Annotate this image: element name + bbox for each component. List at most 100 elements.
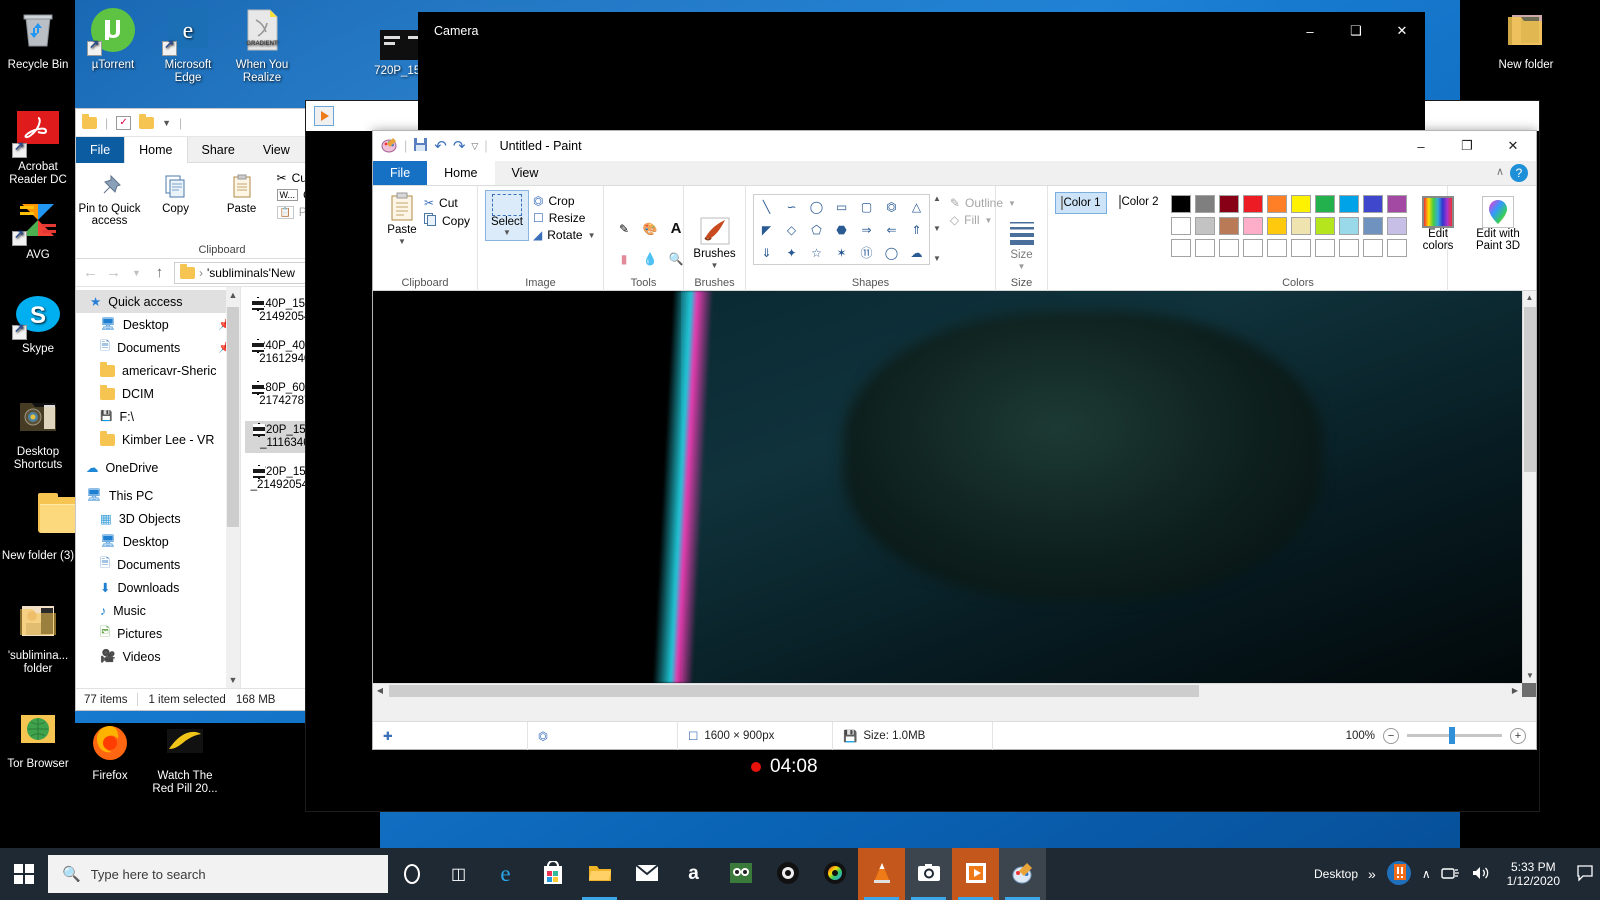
paste-button[interactable]: Paste [211,169,273,215]
nav-item-americavr-sheric[interactable]: americavr-Sheric [76,359,240,382]
desktop-icon-recycle-bin[interactable]: Recycle Bin [0,6,76,72]
palette-swatch[interactable] [1195,195,1215,213]
shape-oval-icon[interactable]: ◯ [804,195,829,218]
scroll-up-icon[interactable]: ▲ [1523,291,1536,305]
system-tray[interactable]: Desktop » ∧ 5:33 PM 1/12/2020 [1314,860,1600,889]
nav-item-downloads[interactable]: ⬇ Downloads [76,576,240,599]
paint-copy-button[interactable]: Copy [423,213,470,229]
palette-swatch[interactable] [1315,195,1335,213]
palette-swatch[interactable] [1219,217,1239,235]
desktop-icon-tor-browser[interactable]: Tor Browser [0,705,76,771]
palette-swatch[interactable] [1195,217,1215,235]
scroll-left-icon[interactable]: ◀ [373,684,387,697]
paint-vertical-scrollbar[interactable]: ▲ ▼ [1522,291,1536,683]
paint-group-image[interactable]: Select ▼ ⏣ Crop ☐ Resize ◢ Rotate ▼ Imag… [478,186,604,291]
taskbar-item-paint[interactable] [999,848,1046,900]
camera-title-bar[interactable]: Camera – ❑ ✕ [418,12,1425,50]
color-picker-icon[interactable]: 💧 [637,244,663,274]
nav-item-drive-f[interactable]: 💾 F:\ [76,405,240,428]
desktop-icon-microsoft-edge[interactable]: e Microsoft Edge [150,6,226,85]
taskbar-item-camera[interactable] [905,848,952,900]
taskbar-item-camera-settings[interactable] [811,848,858,900]
paint-group-tools[interactable]: ✎ 🎨 A ▮ 💧 🔍 Tools [604,186,684,291]
palette-swatch[interactable] [1387,195,1407,213]
nav-item-kimber-lee-vr[interactable]: Kimber Lee - VR [76,428,240,451]
palette-swatch[interactable] [1219,239,1239,257]
shapes-scroll-down-icon[interactable]: ▼ [933,224,941,233]
palette-swatch[interactable] [1243,217,1263,235]
start-button[interactable] [0,848,48,900]
nav-item-documents-2[interactable]: 🗎 Documents [76,553,240,576]
shape-oval-callout-icon[interactable]: ◯ [879,241,904,264]
camera-window[interactable]: Camera – ❑ ✕ [418,12,1425,130]
palette-swatch[interactable] [1363,195,1383,213]
paint-select-button[interactable]: Select ▼ [485,190,529,241]
explorer-tab-share[interactable]: Share [188,137,249,163]
scroll-thumb[interactable] [389,685,1199,697]
taskbar-item-store[interactable] [529,848,576,900]
paste-dropdown-icon[interactable]: ▼ [398,236,406,248]
palette-swatch[interactable] [1339,217,1359,235]
nav-item-documents[interactable]: 🗎 Documents 📌 [76,336,240,359]
shape-curve-icon[interactable]: ∽ [779,195,804,218]
paint-close-button[interactable]: ✕ [1490,131,1536,161]
taskbar-item-vlc[interactable] [858,848,905,900]
taskbar-item-mail[interactable] [623,848,670,900]
shape-six-point-star-icon[interactable]: ✶ [829,241,854,264]
desktop-icon-utorrent[interactable]: µTorrent [75,6,151,72]
nav-item-desktop-2[interactable]: 🖥 Desktop [76,530,240,553]
nav-item-this-pc[interactable]: 🖥 This PC [76,484,240,507]
paint-cut-button[interactable]: ✂ Cut [424,196,470,210]
desktop-icon-avg[interactable]: AVG [0,196,76,262]
paint-color1-button[interactable]: Color 1 [1055,192,1107,214]
shapes-gallery[interactable]: ╲ ∽ ◯ ▭ ▢ ⏣ △ ◤ ◇ ⬠ ⬣ ⇒ ⇐ ⇑ ⇓ ✦ ☆ ✶ ⑪ ◯ … [753,194,930,265]
help-icon[interactable]: ? [1510,164,1528,182]
desktop-icon-acrobat-reader-dc[interactable]: Acrobat Reader DC [0,108,76,187]
shape-right-arrow-icon[interactable]: ⇒ [854,218,879,241]
notifications-icon[interactable] [1576,864,1594,885]
taskbar[interactable]: 🔍 Type here to search ◫ e a Desktop » ∧ … [0,848,1600,900]
explorer-tab-view[interactable]: View [249,137,304,163]
paint-window-controls[interactable]: – ❐ ✕ [1398,131,1536,161]
paint-tab-view[interactable]: View [495,161,556,185]
desktop-icon-desktop-shortcuts[interactable]: Desktop Shortcuts [0,393,76,472]
zoom-in-button[interactable]: + [1510,727,1526,744]
paint-group-clipboard[interactable]: Paste ▼ ✂ Cut Copy Clipboard [373,186,478,291]
customize-quick-access-icon[interactable]: ▽ [471,141,478,152]
fill-icon[interactable]: 🎨 [637,214,663,244]
palette-swatch[interactable] [1267,195,1287,213]
paint-group-brushes[interactable]: Brushes ▼ Brushes [684,186,746,291]
paint-size-button[interactable]: Size ▼ [1003,209,1040,273]
paint-group-colors[interactable]: Color 1 Color 2 Edit colors Edit with Pa… [1048,186,1520,291]
scroll-right-icon[interactable]: ▶ [1508,684,1522,697]
pencil-icon[interactable]: ✎ [611,214,637,244]
desktop-icon-firefox[interactable]: Firefox [72,717,148,783]
palette-swatch[interactable] [1363,217,1383,235]
paint-window[interactable]: | ↶ ↷ ▽ | Untitled - Paint – ❐ ✕ File Ho… [372,130,1537,750]
palette-swatch[interactable] [1339,195,1359,213]
scroll-thumb[interactable] [227,307,239,527]
task-view-button[interactable]: ◫ [435,848,482,900]
taskbar-item-movies-tv[interactable] [952,848,999,900]
palette-swatch[interactable] [1387,217,1407,235]
palette-swatch[interactable] [1267,217,1287,235]
shape-pentagon-icon[interactable]: ⬠ [804,218,829,241]
paint-crop-button[interactable]: ⏣ Crop [533,194,596,208]
shape-diamond-icon[interactable]: ◇ [779,218,804,241]
palette-swatch[interactable] [1219,195,1239,213]
taskbar-item-avg[interactable] [764,848,811,900]
shape-right-triangle-icon[interactable]: ◤ [754,218,779,241]
shape-hexagon-icon[interactable]: ⬣ [829,218,854,241]
palette-swatch[interactable] [1243,195,1263,213]
shape-cloud-callout-icon[interactable]: ☁ [904,241,929,264]
shape-polygon-icon[interactable]: ⏣ [879,195,904,218]
clock[interactable]: 5:33 PM 1/12/2020 [1501,860,1566,888]
taskbar-item-edge[interactable]: e [482,848,529,900]
camera-window-controls[interactable]: – ❑ ✕ [1287,12,1425,50]
zoom-out-button[interactable]: − [1383,727,1399,744]
desktop-icon-watch-the-red-pill[interactable]: Watch The Red Pill 20... [147,717,223,796]
scroll-thumb[interactable] [1524,307,1536,472]
cortana-button[interactable] [388,848,435,900]
shape-five-point-star-icon[interactable]: ☆ [804,241,829,264]
camera-minimize-button[interactable]: – [1287,12,1333,50]
